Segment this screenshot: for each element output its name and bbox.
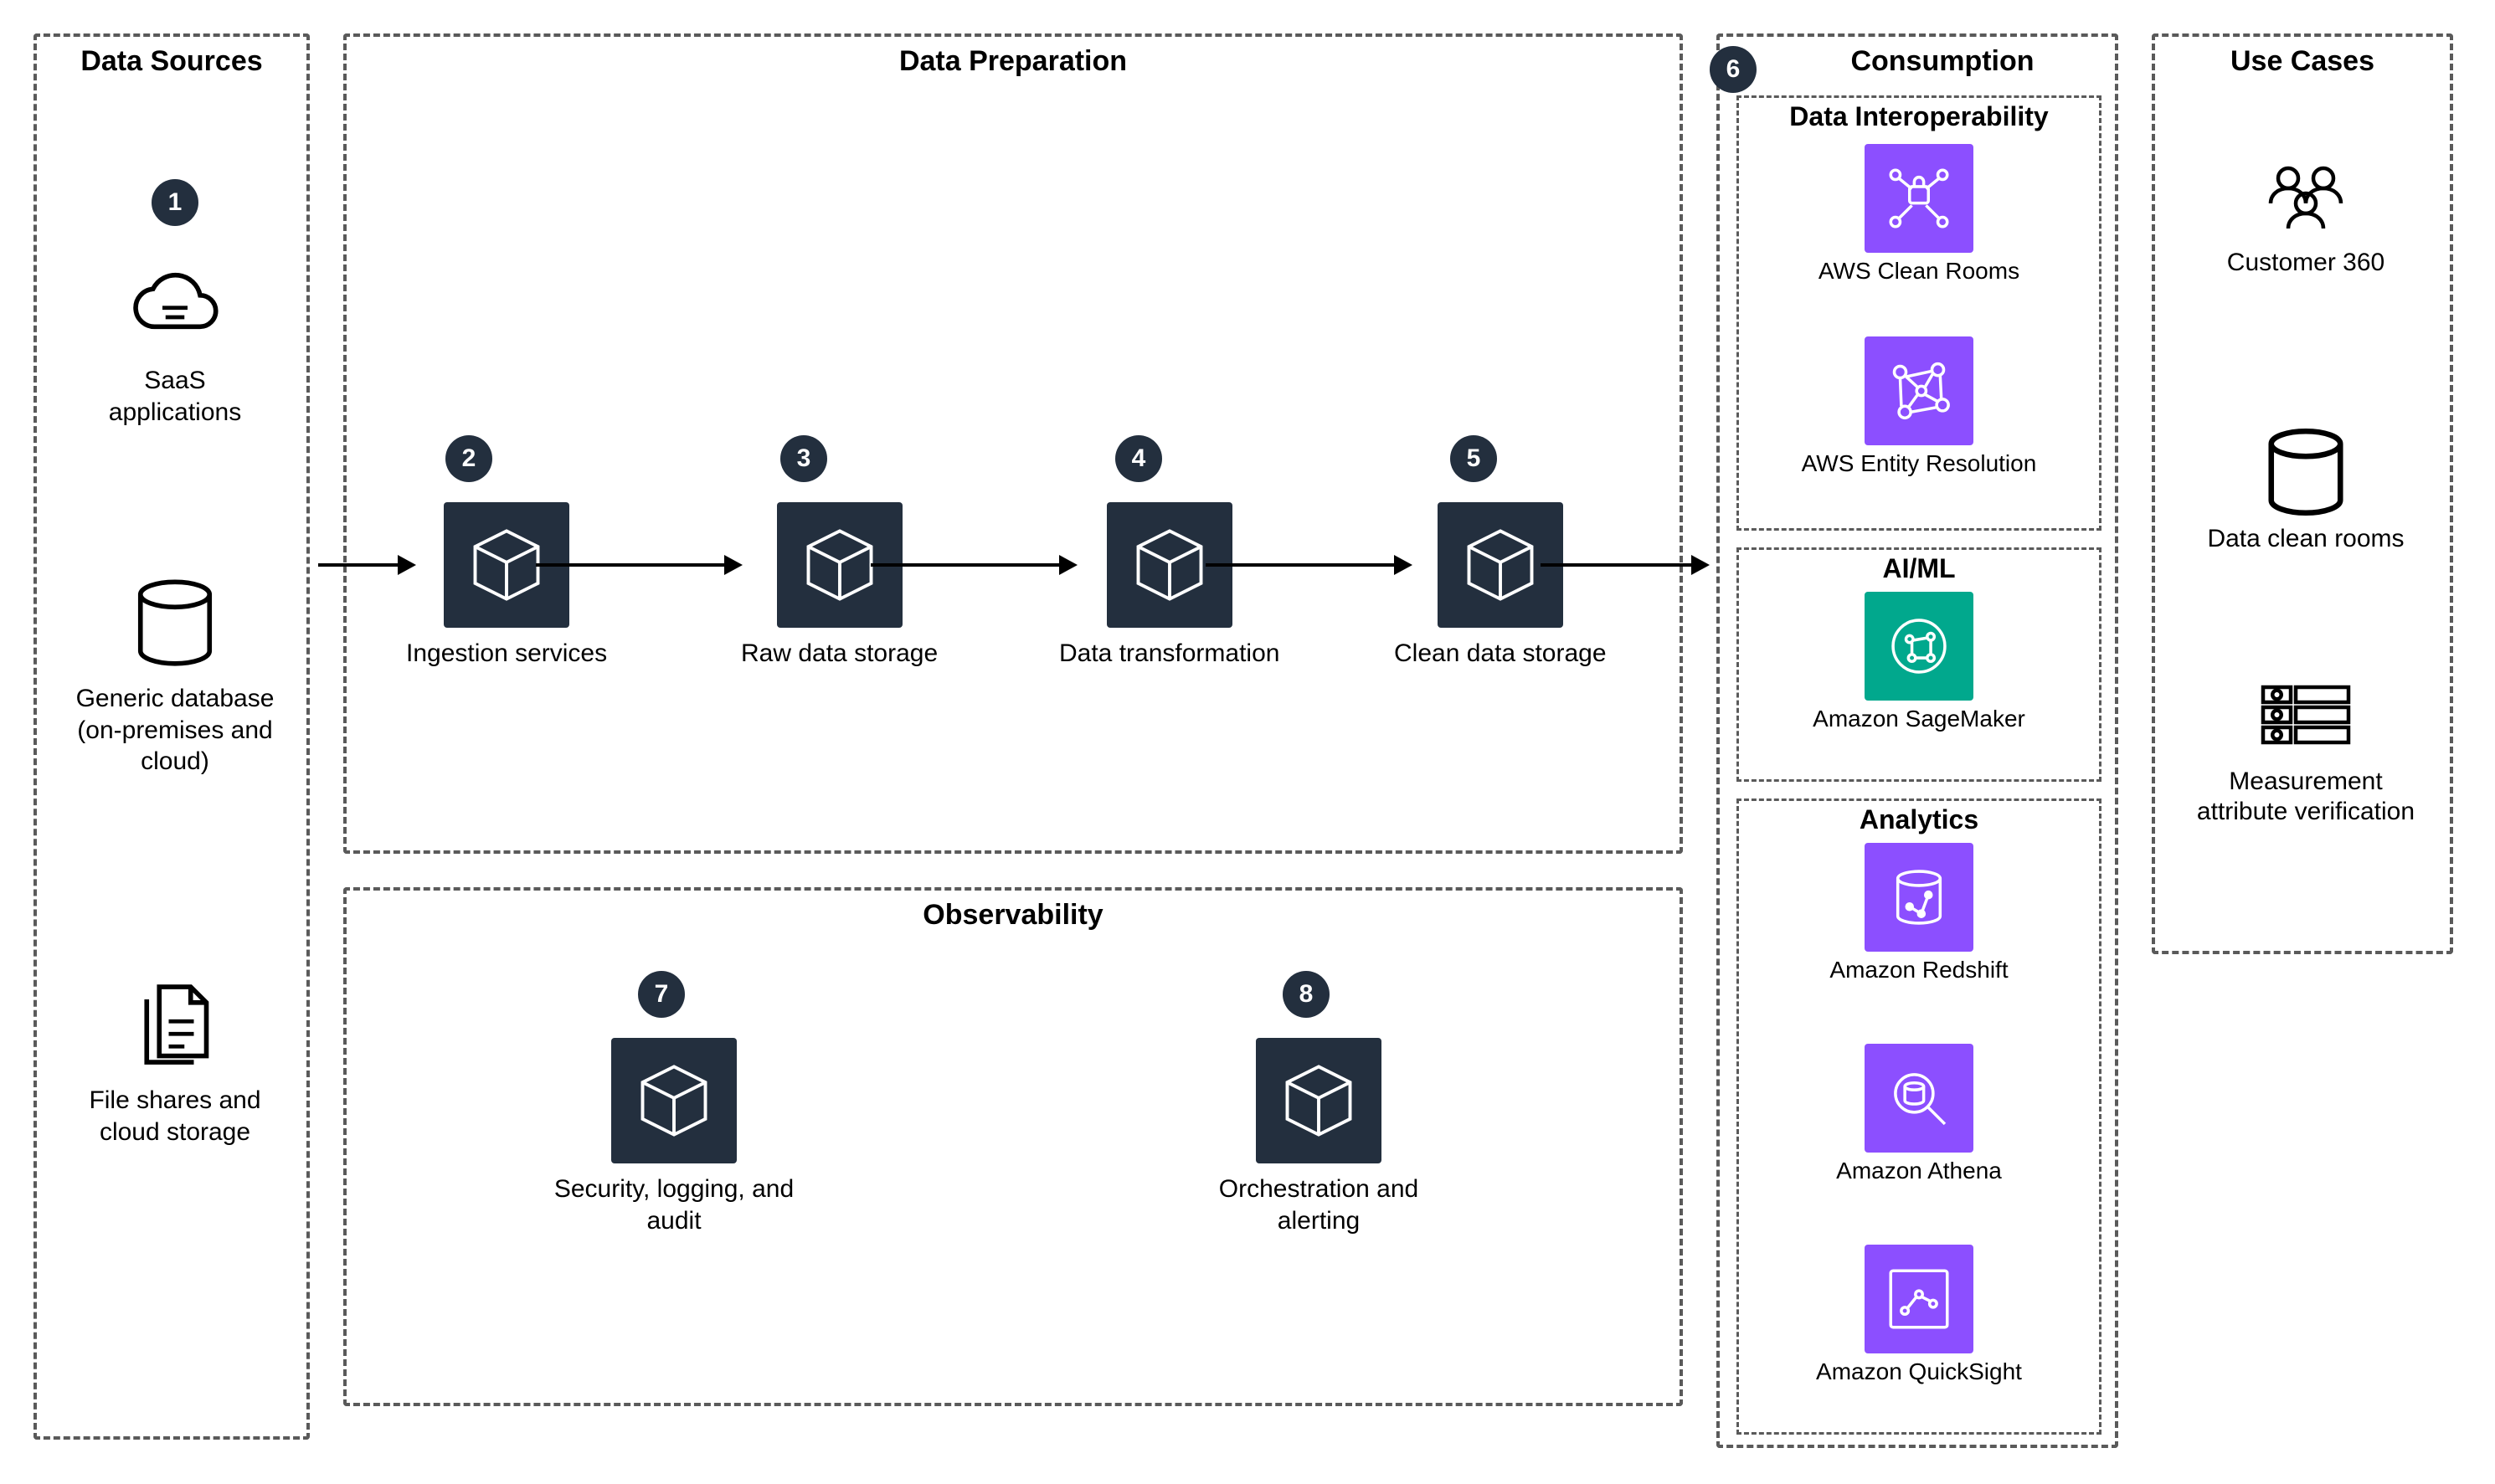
node-security-logging-audit: Security, logging, and audit bbox=[523, 1038, 825, 1236]
badge-3: 3 bbox=[780, 435, 827, 482]
group-title-use-cases: Use Cases bbox=[2155, 45, 2450, 78]
node-measurement-attribute-verification: Measurement attribute verification bbox=[2189, 673, 2423, 827]
label-athena: Amazon Athena bbox=[1836, 1158, 2002, 1184]
node-data-clean-rooms: Data clean rooms bbox=[2189, 430, 2423, 554]
node-raw-data-storage: Raw data storage bbox=[741, 502, 938, 670]
label-sec: Security, logging, and audit bbox=[540, 1173, 808, 1236]
sagemaker-icon bbox=[1865, 592, 1973, 701]
group-consumption: Consumption Data Interoperability AWS Cl… bbox=[1716, 33, 2118, 1448]
database-icon bbox=[125, 573, 225, 673]
cube-icon bbox=[611, 1038, 737, 1163]
badge-1: 1 bbox=[152, 179, 198, 226]
badge-8: 8 bbox=[1283, 971, 1330, 1018]
label-entity-res: AWS Entity Resolution bbox=[1802, 450, 2037, 477]
service-amazon-sagemaker: Amazon SageMaker bbox=[1739, 592, 2099, 732]
arrow-head-icon bbox=[398, 555, 416, 575]
sub-group-title-analytics: Analytics bbox=[1739, 804, 2099, 835]
label-orch: Orchestration and alerting bbox=[1185, 1173, 1453, 1236]
badge-7: 7 bbox=[638, 971, 685, 1018]
label-quicksight: Amazon QuickSight bbox=[1816, 1358, 2022, 1385]
badge-6: 6 bbox=[1710, 46, 1757, 93]
arrow bbox=[1541, 563, 1700, 567]
arrow bbox=[536, 563, 733, 567]
arrow-head-icon bbox=[1394, 555, 1412, 575]
label-saas: SaaS applications bbox=[91, 365, 259, 428]
badge-5: 5 bbox=[1450, 435, 1497, 482]
node-ingestion-services: Ingestion services bbox=[406, 502, 607, 670]
sub-group-aiml: AI/ML Amazon SageMaker bbox=[1736, 547, 2101, 782]
group-title-observability: Observability bbox=[347, 899, 1680, 932]
label-clean: Clean data storage bbox=[1394, 638, 1607, 670]
label-clean-rooms: AWS Clean Rooms bbox=[1819, 258, 2019, 285]
service-amazon-redshift: Amazon Redshift bbox=[1739, 843, 2099, 983]
athena-icon bbox=[1865, 1044, 1973, 1153]
group-use-cases: Use Cases Customer 360 Data clean rooms bbox=[2152, 33, 2453, 954]
node-saas-applications: SaaS applications bbox=[91, 254, 259, 428]
arrow-head-icon bbox=[1691, 555, 1710, 575]
label-mav: Measurement attribute verification bbox=[2189, 767, 2423, 827]
badge-2: 2 bbox=[445, 435, 492, 482]
service-aws-entity-resolution: AWS Entity Resolution bbox=[1739, 336, 2099, 477]
label-redshift: Amazon Redshift bbox=[1829, 957, 2008, 983]
cloud-icon bbox=[125, 254, 225, 355]
arrow bbox=[318, 563, 406, 567]
label-raw: Raw data storage bbox=[741, 638, 938, 670]
node-data-transformation: Data transformation bbox=[1059, 502, 1279, 670]
grid-check-icon bbox=[2256, 673, 2356, 757]
node-clean-data-storage: Clean data storage bbox=[1394, 502, 1607, 670]
redshift-icon bbox=[1865, 843, 1973, 952]
service-amazon-quicksight: Amazon QuickSight bbox=[1739, 1245, 2099, 1385]
architecture-diagram: Data Sources 1 SaaS applications Generic… bbox=[33, 33, 2462, 1451]
service-aws-clean-rooms: AWS Clean Rooms bbox=[1739, 144, 2099, 285]
node-orchestration-alerting: Orchestration and alerting bbox=[1168, 1038, 1469, 1236]
cube-icon bbox=[1256, 1038, 1381, 1163]
group-title-consumption: Consumption bbox=[1770, 45, 2115, 78]
label-db: Generic database (on-premises and cloud) bbox=[66, 683, 284, 778]
service-amazon-athena: Amazon Athena bbox=[1739, 1044, 2099, 1184]
arrow-head-icon bbox=[724, 555, 743, 575]
node-generic-database: Generic database (on-premises and cloud) bbox=[66, 573, 284, 778]
label-sagemaker: Amazon SageMaker bbox=[1813, 706, 2025, 732]
arrow-head-icon bbox=[1059, 555, 1078, 575]
sub-group-title-interop: Data Interoperability bbox=[1739, 101, 2099, 132]
group-title-data-sources: Data Sources bbox=[37, 45, 306, 78]
group-title-data-prep: Data Preparation bbox=[347, 45, 1680, 78]
sub-group-interoperability: Data Interoperability AWS Clean Rooms bbox=[1736, 95, 2101, 531]
arrow bbox=[871, 563, 1067, 567]
label-c360: Customer 360 bbox=[2227, 248, 2384, 278]
quicksight-icon bbox=[1865, 1245, 1973, 1353]
badge-4: 4 bbox=[1115, 435, 1162, 482]
entity-resolution-icon bbox=[1865, 336, 1973, 445]
cylinder-icon bbox=[2256, 430, 2356, 514]
label-files: File shares and cloud storage bbox=[66, 1085, 284, 1148]
label-ingest: Ingestion services bbox=[406, 638, 607, 670]
sub-group-analytics: Analytics Amazon Redshift bbox=[1736, 798, 2101, 1435]
node-customer-360: Customer 360 bbox=[2189, 154, 2423, 278]
documents-icon bbox=[125, 974, 225, 1075]
node-file-shares: File shares and cloud storage bbox=[66, 974, 284, 1148]
group-data-sources: Data Sources 1 SaaS applications Generic… bbox=[33, 33, 310, 1440]
label-transform: Data transformation bbox=[1059, 638, 1279, 670]
label-dcr: Data clean rooms bbox=[2207, 524, 2404, 554]
arrow bbox=[1206, 563, 1402, 567]
people-icon bbox=[2256, 154, 2356, 238]
sub-group-title-aiml: AI/ML bbox=[1739, 553, 2099, 584]
clean-rooms-icon bbox=[1865, 144, 1973, 253]
